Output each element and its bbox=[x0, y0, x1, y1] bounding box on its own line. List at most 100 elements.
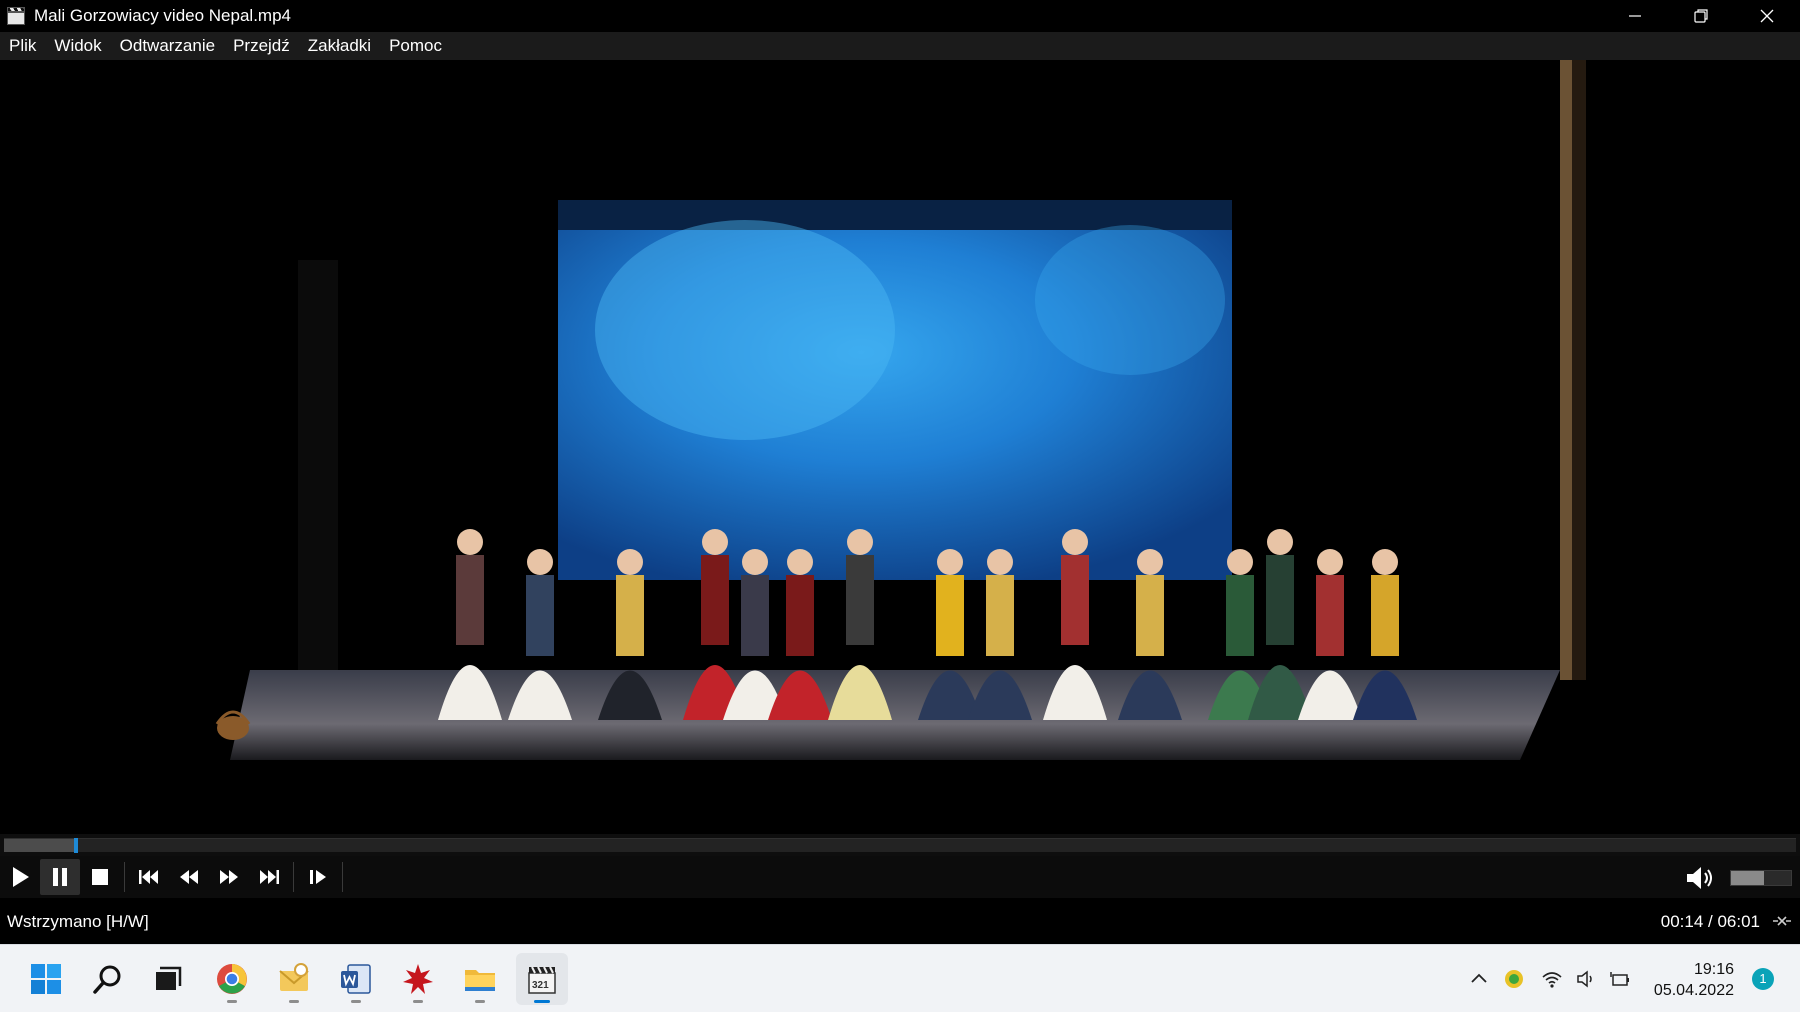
wifi-icon bbox=[1542, 972, 1562, 988]
video-area[interactable] bbox=[0, 60, 1800, 834]
pause-button[interactable] bbox=[40, 859, 80, 895]
dancer-figure bbox=[1317, 549, 1343, 575]
seek-bar[interactable] bbox=[0, 834, 1800, 856]
menu-zakladki[interactable]: Zakładki bbox=[299, 32, 380, 60]
dancer-figure bbox=[986, 575, 1014, 656]
playback-status: Wstrzymano [H/W] bbox=[7, 912, 149, 931]
close-button[interactable] bbox=[1734, 0, 1800, 32]
next-button[interactable] bbox=[249, 859, 289, 895]
taskbar-outlook[interactable] bbox=[268, 953, 320, 1005]
previous-button[interactable] bbox=[129, 859, 169, 895]
menu-widok[interactable]: Widok bbox=[45, 32, 110, 60]
word-icon bbox=[341, 964, 371, 994]
dancer-figure bbox=[527, 549, 553, 575]
frame-step-icon bbox=[310, 870, 326, 884]
tray-antivirus[interactable] bbox=[1500, 945, 1528, 1012]
minimize-button[interactable] bbox=[1602, 0, 1668, 32]
notification-badge[interactable]: 1 bbox=[1752, 968, 1774, 990]
dancer-figure bbox=[456, 555, 484, 645]
dancer-figure bbox=[702, 529, 728, 555]
outlook-icon bbox=[279, 963, 309, 991]
close-icon bbox=[1760, 9, 1774, 23]
dancer-figure bbox=[987, 549, 1013, 575]
dancer-figure bbox=[1371, 575, 1399, 656]
taskbar: 321 19:16 05.04.2022 1 bbox=[0, 944, 1800, 1012]
playback-controls bbox=[0, 856, 1800, 898]
controls-separator bbox=[124, 862, 125, 892]
controls-separator bbox=[293, 862, 294, 892]
windows-start-icon bbox=[31, 964, 61, 994]
tray-volume[interactable] bbox=[1572, 945, 1600, 1012]
clapperboard-icon bbox=[6, 6, 26, 26]
dancer-figure bbox=[1137, 549, 1163, 575]
chrome-icon bbox=[217, 964, 247, 994]
dancer-figure bbox=[1227, 549, 1253, 575]
taskbar-media-player[interactable]: 321 bbox=[516, 953, 568, 1005]
dancer-figure bbox=[1136, 575, 1164, 656]
menu-przejdz[interactable]: Przejdź bbox=[224, 32, 299, 60]
mute-button[interactable] bbox=[1680, 860, 1720, 896]
running-indicator bbox=[351, 1000, 361, 1003]
dancer-figure bbox=[457, 529, 483, 555]
start-button[interactable] bbox=[20, 953, 72, 1005]
rewind-icon bbox=[180, 870, 198, 884]
chevron-up-icon bbox=[1471, 973, 1487, 983]
menu-plik[interactable]: Plik bbox=[0, 32, 45, 60]
active-indicator bbox=[534, 1000, 550, 1003]
file-explorer-icon bbox=[465, 970, 495, 991]
tray-overflow[interactable] bbox=[1466, 945, 1492, 1012]
dancer-figure bbox=[1267, 529, 1293, 555]
controls-separator bbox=[342, 862, 343, 892]
taskbar-app[interactable] bbox=[392, 953, 444, 1005]
video-frame bbox=[0, 60, 1800, 834]
dancer-figure bbox=[742, 549, 768, 575]
volume-slider[interactable] bbox=[1730, 870, 1792, 886]
dancer-figure bbox=[846, 555, 874, 645]
dancer-figure bbox=[787, 549, 813, 575]
task-view-button[interactable] bbox=[142, 953, 194, 1005]
volume-level bbox=[1731, 871, 1764, 885]
tray-wifi[interactable] bbox=[1538, 945, 1566, 1012]
running-indicator bbox=[475, 1000, 485, 1003]
pause-icon bbox=[53, 868, 67, 886]
dancer-figure bbox=[937, 549, 963, 575]
taskbar-file-explorer[interactable] bbox=[454, 953, 506, 1005]
window-controls bbox=[1602, 0, 1800, 32]
clock-time: 19:16 bbox=[1693, 961, 1734, 978]
dancer-figure bbox=[1061, 555, 1089, 645]
play-button[interactable] bbox=[0, 859, 40, 895]
taskbar-clock[interactable]: 19:16 05.04.2022 bbox=[1654, 959, 1734, 1001]
fast-forward-button[interactable] bbox=[209, 859, 249, 895]
taskbar-chrome[interactable] bbox=[206, 953, 258, 1005]
dancer-figure bbox=[936, 575, 964, 656]
taskbar-word[interactable] bbox=[330, 953, 382, 1005]
rewind-button[interactable] bbox=[169, 859, 209, 895]
status-bar: Wstrzymano [H/W] 00:14 / 06:01 bbox=[0, 898, 1800, 944]
dancer-figure bbox=[1372, 549, 1398, 575]
restore-icon bbox=[1694, 9, 1708, 23]
fast-forward-icon bbox=[220, 870, 238, 884]
minimize-icon bbox=[1629, 15, 1641, 17]
skip-next-icon bbox=[260, 870, 279, 884]
speaker-volume-icon bbox=[1687, 867, 1712, 889]
hardware-decoding-icon bbox=[1773, 916, 1791, 926]
clock-date: 05.04.2022 bbox=[1653, 982, 1734, 999]
search-button[interactable] bbox=[82, 953, 134, 1005]
dancer-figure bbox=[616, 575, 644, 656]
stop-icon bbox=[92, 869, 108, 885]
running-indicator bbox=[227, 1000, 237, 1003]
dancer-figure bbox=[741, 575, 769, 656]
stop-button[interactable] bbox=[80, 859, 120, 895]
restore-button[interactable] bbox=[1668, 0, 1734, 32]
seek-handle[interactable] bbox=[73, 838, 78, 853]
media-player-classic-icon: 321 bbox=[528, 966, 556, 994]
play-icon bbox=[13, 867, 29, 887]
svg-text:321: 321 bbox=[532, 980, 549, 991]
menu-odtwarzanie[interactable]: Odtwarzanie bbox=[111, 32, 224, 60]
time-display[interactable]: 00:14 / 06:01 bbox=[1661, 912, 1760, 932]
tray-battery[interactable] bbox=[1606, 945, 1634, 1012]
seek-track[interactable] bbox=[4, 838, 1796, 853]
menu-pomoc[interactable]: Pomoc bbox=[380, 32, 451, 60]
frame-step-button[interactable] bbox=[298, 859, 338, 895]
speaker-icon bbox=[1577, 970, 1592, 988]
